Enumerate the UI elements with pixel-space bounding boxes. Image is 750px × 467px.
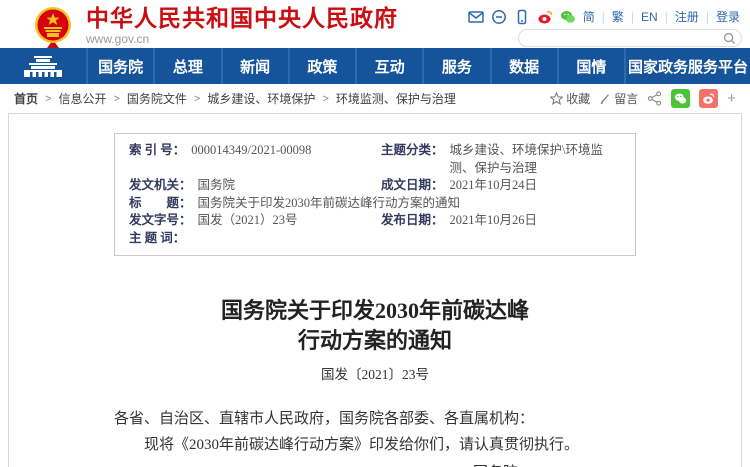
link-separator: | xyxy=(631,10,634,24)
lang-simplified-link[interactable]: 简 xyxy=(583,8,595,25)
share-icon[interactable] xyxy=(647,91,662,106)
mobile-icon[interactable] xyxy=(514,9,530,25)
nav-item-premier[interactable]: 总理 xyxy=(153,48,220,84)
page-actions: 收藏 留言 + xyxy=(550,89,736,108)
breadcrumb-separator: > xyxy=(113,93,119,105)
breadcrumb-urban-environment[interactable]: 城乡建设、环境保护 xyxy=(207,90,315,107)
meta-label-keywords: 主 题 词： xyxy=(129,230,185,248)
link-separator: | xyxy=(706,10,709,24)
register-link[interactable]: 注册 xyxy=(675,8,699,25)
breadcrumb-info-disclosure[interactable]: 信息公开 xyxy=(58,90,106,107)
breadcrumb: 首页 > 信息公开 > 国务院文件 > 城乡建设、环境保护 > 环境监测、保护与… xyxy=(0,84,750,113)
meta-value-index: 000014349/2021-00098 xyxy=(191,142,311,177)
link-separator: | xyxy=(602,10,605,24)
nav-item-gov-service-platform[interactable]: 国家政务服务平台 xyxy=(624,48,750,84)
weibo-share-icon[interactable] xyxy=(699,89,718,108)
tiananmen-home-icon xyxy=(22,55,64,77)
meta-value-written-date: 2021年10月24日 xyxy=(450,177,538,195)
national-emblem-logo xyxy=(30,6,76,48)
favorite-button[interactable]: 收藏 xyxy=(550,90,590,107)
pencil-icon xyxy=(599,93,611,105)
star-icon xyxy=(550,92,563,105)
search-icon[interactable] xyxy=(723,32,736,45)
header-quick-links: 简 | 繁 | EN | 注册 | 登录 xyxy=(468,8,740,25)
nav-item-national-conditions[interactable]: 国情 xyxy=(557,48,624,84)
comment-label: 留言 xyxy=(614,90,638,107)
weibo-icon[interactable] xyxy=(537,9,553,25)
site-title-block: 中华人民共和国中央人民政府 www.gov.cn xyxy=(86,5,398,46)
nav-home-tab[interactable] xyxy=(0,48,86,84)
meta-label-index: 索 引 号： xyxy=(129,142,185,177)
signer: 国务院 xyxy=(443,460,548,467)
meta-row: 发文机关： 国务院 成文日期： 2021年10月24日 xyxy=(129,177,621,195)
meta-label-publish-date: 发布日期： xyxy=(381,212,444,230)
meta-label-issuing-agency: 发文机关： xyxy=(129,177,192,195)
meta-label-written-date: 成文日期： xyxy=(381,177,444,195)
nav-item-news[interactable]: 新闻 xyxy=(221,48,288,84)
site-title[interactable]: 中华人民共和国中央人民政府 xyxy=(86,5,398,31)
breadcrumb-state-council-docs[interactable]: 国务院文件 xyxy=(127,90,187,107)
wechat-share-icon[interactable] xyxy=(671,89,690,108)
meta-value-category: 城乡建设、环境保护\环境监测、保护与治理 xyxy=(450,142,621,177)
meta-value-publish-date: 2021年10月26日 xyxy=(450,212,538,230)
meta-row: 发文字号： 国发（2021）23号 发布日期： 2021年10月26日 xyxy=(129,212,621,230)
meta-label-title: 标 题： xyxy=(129,195,192,213)
breadcrumb-home[interactable]: 首页 xyxy=(14,90,38,107)
nav-item-interaction[interactable]: 互动 xyxy=(355,48,422,84)
site-search xyxy=(518,29,742,47)
nav-item-policy[interactable]: 政策 xyxy=(288,48,355,84)
search-input[interactable] xyxy=(529,31,714,45)
comment-button[interactable]: 留言 xyxy=(599,90,638,107)
meta-label-category: 主题分类： xyxy=(381,142,444,177)
document-panel: 索 引 号：000014349/2021-00098 主题分类：城乡建设、环境保… xyxy=(8,113,742,467)
link-separator: | xyxy=(665,10,668,24)
nav-item-state-council[interactable]: 国务院 xyxy=(86,48,153,84)
client-app-icon[interactable] xyxy=(491,9,507,25)
meta-value-title: 国务院关于印发2030年前碳达峰行动方案的通知 xyxy=(198,195,461,213)
site-url: www.gov.cn xyxy=(86,32,398,46)
lang-english-link[interactable]: EN xyxy=(641,10,658,24)
meta-row: 索 引 号：000014349/2021-00098 主题分类：城乡建设、环境保… xyxy=(129,142,621,177)
document-header: 国务院关于印发2030年前碳达峰 行动方案的通知 国发〔2021〕23号 xyxy=(9,296,741,383)
document-number: 国发〔2021〕23号 xyxy=(9,363,741,383)
favorite-label: 收藏 xyxy=(566,90,590,107)
wechat-icon[interactable] xyxy=(560,9,576,25)
document-title: 国务院关于印发2030年前碳达峰 行动方案的通知 xyxy=(9,296,741,356)
lang-traditional-link[interactable]: 繁 xyxy=(612,8,624,25)
login-link[interactable]: 登录 xyxy=(716,8,740,25)
meta-row: 标 题： 国务院关于印发2030年前碳达峰行动方案的通知 xyxy=(129,195,621,213)
document-title-line2: 行动方案的通知 xyxy=(9,326,741,356)
breadcrumb-env-monitoring[interactable]: 环境监测、保护与治理 xyxy=(336,90,456,107)
breadcrumb-separator: > xyxy=(194,93,200,105)
main-nav: 国务院 总理 新闻 政策 互动 服务 数据 国情 国家政务服务平台 xyxy=(0,48,750,84)
meta-value-issuing-agency: 国务院 xyxy=(198,177,236,195)
document-meta-table: 索 引 号：000014349/2021-00098 主题分类：城乡建设、环境保… xyxy=(114,133,636,256)
breadcrumb-separator: > xyxy=(45,93,51,105)
nav-item-services[interactable]: 服务 xyxy=(422,48,489,84)
meta-label-doc-number: 发文字号： xyxy=(129,212,192,230)
mail-icon[interactable] xyxy=(468,9,484,25)
document-body: 各省、自治区、直辖市人民政府，国务院各部委、各直属机构： 现将《2030年前碳达… xyxy=(114,406,636,467)
nav-item-data[interactable]: 数据 xyxy=(490,48,557,84)
site-header: 中华人民共和国中央人民政府 www.gov.cn 简 | 繁 | EN | 注册… xyxy=(0,0,750,48)
body-paragraph: 现将《2030年前碳达峰行动方案》印发给你们，请认真贯彻执行。 xyxy=(114,432,636,458)
meta-row: 主 题 词： xyxy=(129,230,621,248)
signature-block: 国务院 2021年10月24日 xyxy=(443,460,548,467)
meta-value-doc-number: 国发（2021）23号 xyxy=(198,212,298,230)
breadcrumb-separator: > xyxy=(322,93,328,105)
salutation: 各省、自治区、直辖市人民政府，国务院各部委、各直属机构： xyxy=(114,406,636,432)
document-title-line1: 国务院关于印发2030年前碳达峰 xyxy=(9,296,741,326)
more-share-button[interactable]: + xyxy=(727,90,736,107)
